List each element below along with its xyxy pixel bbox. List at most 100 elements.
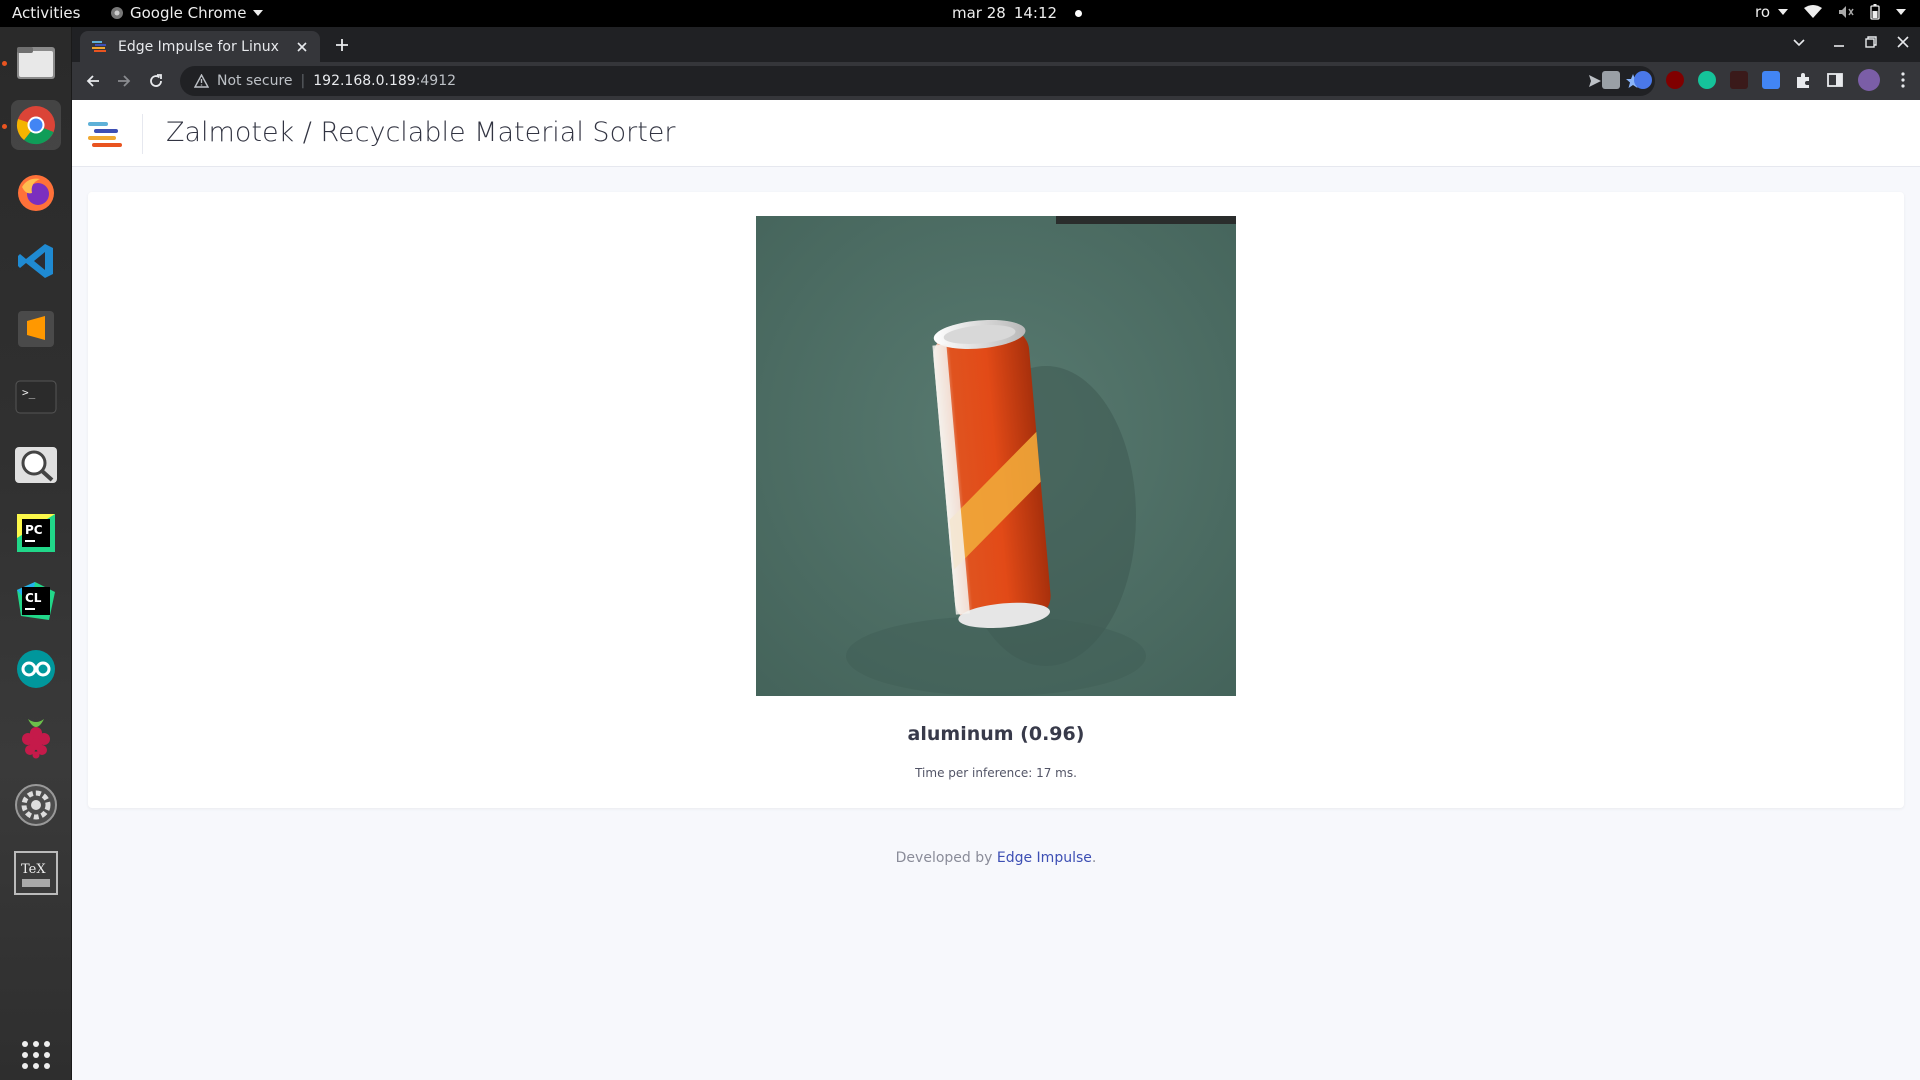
side-panel-icon[interactable] [1826, 71, 1844, 89]
magnifier-icon [15, 447, 57, 483]
reload-button[interactable] [145, 70, 167, 92]
app-menu-label: Google Chrome [130, 4, 247, 22]
clock[interactable]: mar 28 14:12 [952, 4, 1083, 22]
plus-icon [336, 39, 348, 51]
show-applications-button[interactable] [11, 1030, 61, 1080]
back-button[interactable] [82, 70, 104, 92]
arrow-left-icon [86, 75, 99, 87]
minimize-icon[interactable] [1832, 35, 1846, 49]
dock-raspberry-pi[interactable] [11, 712, 61, 762]
app-menu[interactable]: Google Chrome [110, 4, 263, 22]
extension-screenshot-icon[interactable] [1602, 71, 1620, 89]
raspberry-pi-icon [22, 719, 50, 759]
extension-shield-icon[interactable] [1634, 71, 1652, 89]
web-page: Zalmotek / Recyclable Material Sorter al… [72, 100, 1920, 1080]
chevron-down-icon [252, 10, 263, 16]
terminal-icon: >_ [15, 380, 57, 414]
address-bar[interactable]: Not secure | 192.168.0.189:4912 [180, 66, 1655, 96]
extensions-puzzle-icon[interactable] [1794, 71, 1812, 89]
page-title: Zalmotek / Recyclable Material Sorter [166, 117, 676, 148]
battery-icon [1870, 4, 1880, 20]
chevron-down-icon [1778, 9, 1788, 15]
tab-search-chevron-icon[interactable] [1792, 35, 1806, 49]
browser-tab[interactable]: Edge Impulse for Linux [80, 31, 320, 62]
omnibox-separator: | [300, 73, 306, 89]
clock-time: 14:12 [1013, 4, 1058, 22]
extension-dark-icon[interactable] [1730, 71, 1748, 89]
url-text: 192.168.0.189:4912 [313, 73, 456, 89]
inference-time: Time per inference: 17 ms. [915, 766, 1077, 780]
svg-text:>_: >_ [22, 386, 36, 399]
arduino-icon [17, 650, 55, 688]
app-grid-icon [22, 1041, 50, 1069]
clock-date: mar 28 [952, 4, 1006, 22]
dock-files[interactable] [11, 37, 61, 87]
dock-magnifier[interactable] [11, 440, 61, 490]
url-host: 192.168.0.189 [313, 73, 416, 89]
classification-result: aluminum (0.96) [907, 723, 1085, 745]
profile-avatar[interactable] [1858, 69, 1880, 91]
extension-grammarly-icon[interactable] [1698, 71, 1716, 89]
send-tab-icon[interactable] [1587, 73, 1603, 89]
dock-clion[interactable]: CL [11, 576, 61, 626]
header-divider [142, 114, 143, 154]
chrome-icon [16, 106, 55, 145]
extension-translate-icon[interactable] [1762, 71, 1780, 89]
restore-icon[interactable] [1864, 35, 1878, 49]
footer-suffix: . [1091, 850, 1097, 866]
kebab-menu-icon[interactable] [1894, 71, 1912, 89]
security-label[interactable]: Not secure [217, 73, 293, 89]
dock-sublime[interactable] [11, 304, 61, 354]
texmaker-label: TeX [21, 862, 46, 877]
pycharm-icon: PC [17, 514, 55, 552]
arrow-right-icon [118, 75, 131, 87]
edge-impulse-link[interactable]: Edge Impulse [997, 850, 1092, 866]
system-tray[interactable]: ro [1755, 3, 1906, 21]
app-header: Zalmotek / Recyclable Material Sorter [72, 100, 1920, 167]
dock-settings[interactable] [11, 780, 61, 830]
dock-chrome[interactable] [11, 100, 61, 150]
footer-prefix: Developed by [895, 850, 997, 866]
warning-triangle-icon [194, 74, 209, 88]
activities-button[interactable]: Activities [12, 4, 80, 22]
sublime-text-icon [18, 311, 54, 347]
reload-icon [150, 74, 162, 87]
settings-icon [15, 784, 57, 826]
clion-label: CL [25, 591, 42, 605]
camera-frame [756, 216, 1236, 696]
dock-pycharm[interactable]: PC [11, 508, 61, 558]
wifi-icon [1804, 5, 1822, 18]
running-indicator [2, 124, 7, 129]
gnome-top-bar: Activities Google Chrome mar 28 14:12 ro [0, 0, 1920, 27]
forward-button[interactable] [113, 70, 135, 92]
dock-texmaker[interactable]: TeX [11, 848, 61, 898]
url-port: :4912 [415, 73, 457, 89]
pycharm-label: PC [25, 523, 43, 537]
chevron-down-icon [1896, 9, 1906, 15]
clion-icon: CL [17, 582, 55, 620]
inference-card: aluminum (0.96) Time per inference: 17 m… [88, 192, 1904, 808]
dock-arduino[interactable] [11, 644, 61, 694]
firefox-icon [18, 175, 54, 211]
keyboard-layout-label: ro [1754, 3, 1770, 21]
edge-impulse-logo-icon[interactable] [88, 122, 122, 148]
page-footer: Developed by Edge Impulse. [72, 850, 1920, 866]
camera-feed-image [756, 216, 1236, 696]
chrome-small-icon [111, 7, 123, 19]
browser-tab-strip: Edge Impulse for Linux [72, 27, 1920, 62]
tab-title: Edge Impulse for Linux [118, 38, 279, 55]
new-tab-button[interactable] [330, 33, 354, 57]
volume-icon [1839, 6, 1854, 18]
extension-ublock-icon[interactable] [1666, 71, 1684, 89]
edge-impulse-favicon-icon [92, 40, 106, 52]
texmaker-icon: TeX [14, 851, 58, 895]
dock-vscode[interactable] [11, 236, 61, 286]
close-icon[interactable] [296, 41, 308, 53]
keyboard-layout-indicator[interactable]: ro [1755, 3, 1788, 21]
dock-terminal[interactable]: >_ [11, 372, 61, 422]
dock-firefox[interactable] [11, 168, 61, 218]
window-close-icon[interactable] [1896, 35, 1910, 49]
ubuntu-dock: >_ PC CL TeX [0, 27, 72, 1080]
running-indicator [2, 61, 7, 66]
browser-toolbar: Not secure | 192.168.0.189:4912 [72, 62, 1920, 100]
